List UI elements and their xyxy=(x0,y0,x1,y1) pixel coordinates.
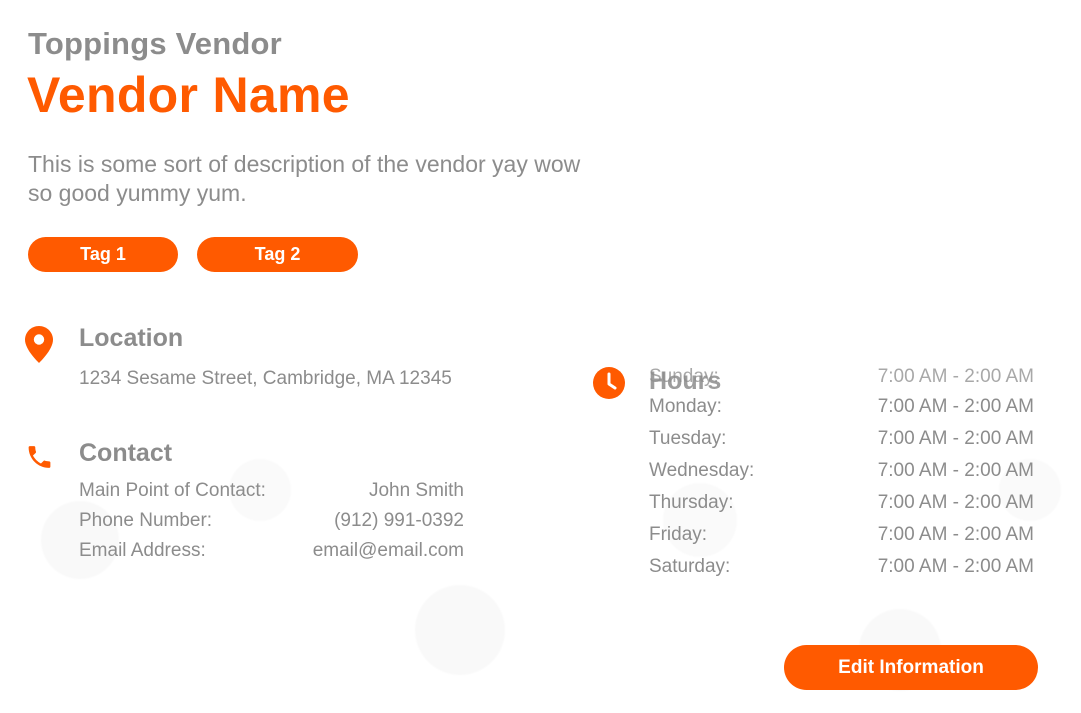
clock-icon xyxy=(593,367,625,399)
contact-row: Main Point of Contact: John Smith xyxy=(79,480,464,502)
contact-label: Email Address: xyxy=(79,540,206,561)
hours-day: Sunday: xyxy=(649,366,719,387)
tag-button[interactable]: Tag 2 xyxy=(197,237,358,272)
hours-time: 7:00 AM - 2:00 AM xyxy=(877,460,1034,481)
contact-label: Main Point of Contact: xyxy=(79,480,266,501)
edit-information-button[interactable]: Edit Information xyxy=(784,645,1038,690)
map-pin-icon xyxy=(25,326,53,363)
hours-row: Monday: 7:00 AM - 2:00 AM xyxy=(649,396,1034,418)
location-address: 1234 Sesame Street, Cambridge, MA 12345 xyxy=(79,368,452,389)
contact-row: Email Address: email@email.com xyxy=(79,540,464,562)
contact-value: John Smith xyxy=(368,480,464,501)
hours-day: Wednesday: xyxy=(649,460,755,481)
hours-row: Thursday: 7:00 AM - 2:00 AM xyxy=(649,492,1034,514)
hours-time: 7:00 AM - 2:00 AM xyxy=(877,428,1034,449)
hours-time: 7:00 AM - 2:00 AM xyxy=(877,556,1034,577)
contact-label: Phone Number: xyxy=(79,510,213,531)
vendor-category: Toppings Vendor xyxy=(28,26,282,61)
hours-row: Wednesday: 7:00 AM - 2:00 AM xyxy=(649,460,1034,482)
hours-day: Tuesday: xyxy=(649,428,727,449)
hours-row: Tuesday: 7:00 AM - 2:00 AM xyxy=(649,428,1034,450)
contact-value: (912) 991-0392 xyxy=(334,510,464,531)
hours-row: Sunday: 7:00 AM - 2:00 AM xyxy=(649,366,1034,388)
contact-value: email@email.com xyxy=(312,540,464,561)
hours-day: Monday: xyxy=(649,396,722,417)
hours-day: Friday: xyxy=(649,524,708,545)
hours-day: Saturday: xyxy=(649,556,731,577)
hours-time: 7:00 AM - 2:00 AM xyxy=(877,524,1034,545)
contact-heading: Contact xyxy=(79,439,173,467)
hours-row: Saturday: 7:00 AM - 2:00 AM xyxy=(649,556,1034,578)
hours-day: Thursday: xyxy=(649,492,734,513)
hours-time: 7:00 AM - 2:00 AM xyxy=(877,492,1034,513)
contact-row: Phone Number: (912) 991-0392 xyxy=(79,510,464,532)
hours-time: 7:00 AM - 2:00 AM xyxy=(877,366,1034,387)
location-heading: Location xyxy=(79,324,184,352)
tag-button[interactable]: Tag 1 xyxy=(28,237,178,272)
hours-row: Friday: 7:00 AM - 2:00 AM xyxy=(649,524,1034,546)
vendor-description: This is some sort of description of the … xyxy=(28,151,581,206)
hours-time: 7:00 AM - 2:00 AM xyxy=(877,396,1034,417)
phone-icon xyxy=(28,446,51,468)
vendor-name: Vendor Name xyxy=(27,67,350,123)
